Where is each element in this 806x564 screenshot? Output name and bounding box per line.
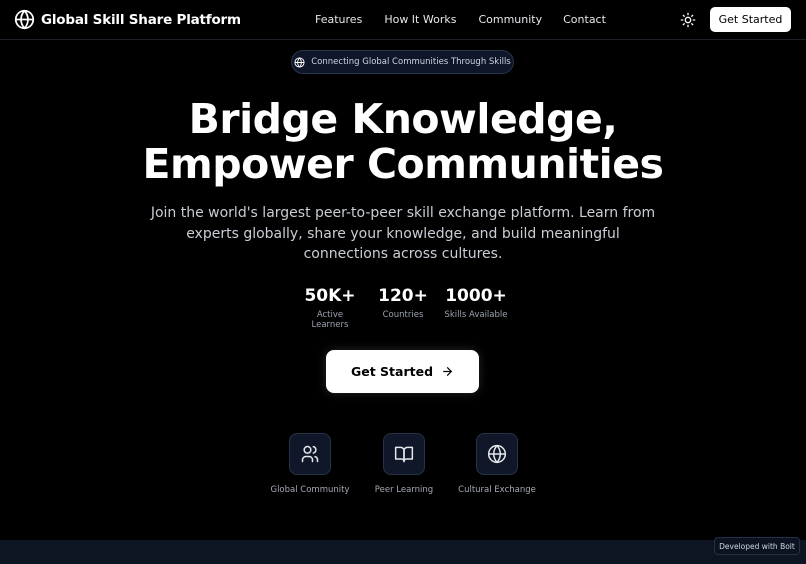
feature-global-community: Global Community bbox=[268, 433, 352, 495]
nav-link-community[interactable]: Community bbox=[478, 13, 542, 26]
developed-with-bolt-badge[interactable]: Developed with Bolt bbox=[714, 537, 800, 555]
sun-icon bbox=[680, 12, 696, 28]
stats-row: 50K+ Active Learners 120+ Countries 1000… bbox=[0, 286, 806, 330]
feature-cultural-exchange: Cultural Exchange bbox=[455, 433, 539, 495]
nav-link-features[interactable]: Features bbox=[315, 13, 362, 26]
hero-headline-line-2: Empower Communities bbox=[142, 140, 664, 188]
stat-countries: 120+ Countries bbox=[375, 286, 431, 320]
feature-icon-box bbox=[289, 433, 331, 475]
stat-label: Countries bbox=[382, 310, 424, 320]
brand-logo[interactable]: Global Skill Share Platform bbox=[14, 9, 241, 30]
hero-headline-line-1: Bridge Knowledge, bbox=[188, 95, 618, 143]
hero-badge: Connecting Global Communities Through Sk… bbox=[291, 50, 514, 74]
hero-badge-text: Connecting Global Communities Through Sk… bbox=[311, 57, 511, 67]
users-icon bbox=[300, 444, 320, 464]
stat-active-learners: 50K+ Active Learners bbox=[300, 286, 360, 330]
stat-label: Skills Available bbox=[444, 310, 508, 320]
hero-get-started-button[interactable]: Get Started bbox=[326, 350, 479, 393]
hero-subtitle: Join the world's largest peer-to-peer sk… bbox=[150, 205, 656, 262]
arrow-right-icon bbox=[441, 365, 454, 378]
hero-headline: Bridge Knowledge, Empower Communities bbox=[0, 97, 806, 187]
feature-icon-box bbox=[476, 433, 518, 475]
globe-icon bbox=[14, 9, 35, 30]
stat-skills-available: 1000+ Skills Available bbox=[444, 286, 508, 320]
next-section-edge bbox=[0, 540, 806, 564]
nav-link-how-it-works[interactable]: How It Works bbox=[384, 13, 456, 26]
globe-icon bbox=[294, 56, 305, 68]
stat-value: 50K+ bbox=[304, 286, 356, 306]
nav-links: Features How It Works Community Contact bbox=[315, 13, 606, 26]
feature-icon-box bbox=[383, 433, 425, 475]
stat-label: Active Learners bbox=[311, 310, 349, 330]
stat-value: 120+ bbox=[378, 286, 428, 306]
feature-label: Cultural Exchange bbox=[458, 485, 536, 495]
globe-icon bbox=[487, 444, 507, 464]
feature-label: Peer Learning bbox=[374, 485, 434, 495]
brand-name: Global Skill Share Platform bbox=[41, 11, 241, 28]
navbar: Global Skill Share Platform Features How… bbox=[0, 0, 806, 40]
nav-get-started-button[interactable]: Get Started bbox=[710, 7, 791, 32]
nav-link-contact[interactable]: Contact bbox=[563, 13, 606, 26]
hero-get-started-label: Get Started bbox=[350, 364, 434, 379]
stat-value: 1000+ bbox=[445, 286, 507, 306]
feature-peer-learning: Peer Learning bbox=[368, 433, 440, 495]
book-open-icon bbox=[394, 444, 414, 464]
theme-toggle-button[interactable] bbox=[680, 12, 696, 28]
feature-label: Global Community bbox=[270, 485, 350, 495]
